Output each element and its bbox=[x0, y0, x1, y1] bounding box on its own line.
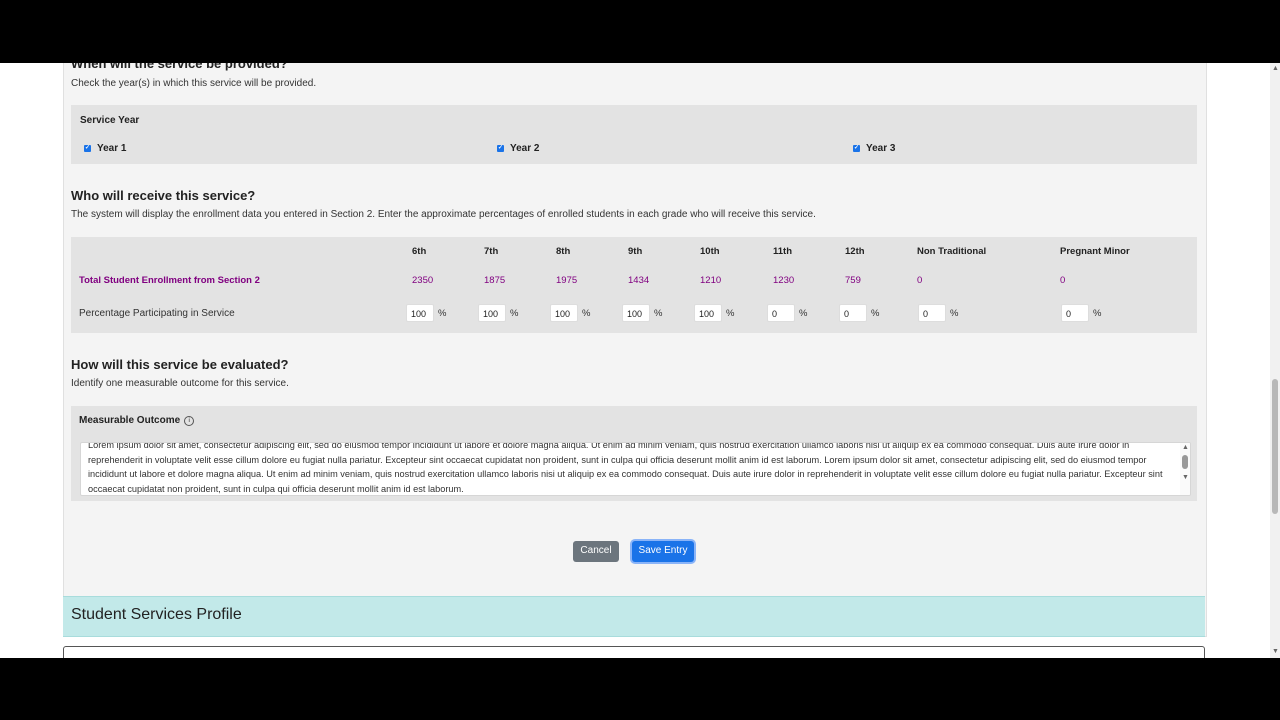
percent-cell-8th: 100% bbox=[550, 304, 590, 322]
percent-sign: % bbox=[582, 307, 591, 319]
scroll-down-icon[interactable]: ▼ bbox=[1182, 474, 1189, 481]
service-year-label: Service Year bbox=[80, 115, 140, 126]
checkbox-checked-icon[interactable]: ✓ bbox=[853, 145, 860, 152]
how-heading: How will this service be evaluated? bbox=[71, 357, 289, 372]
percent-sign: % bbox=[871, 307, 880, 319]
column-header-11th: 11th bbox=[773, 246, 793, 257]
cancel-button[interactable]: Cancel bbox=[573, 541, 619, 562]
percent-cell-11th: 0% bbox=[767, 304, 807, 322]
measurable-outcome-label: Measurable Outcome bbox=[79, 415, 181, 426]
percent-input-9th[interactable]: 100 bbox=[622, 304, 650, 322]
column-header-pregnant-minor: Pregnant Minor bbox=[1060, 246, 1130, 257]
year-1-checkbox[interactable]: ✓ Year 1 bbox=[84, 143, 126, 154]
percent-cell-12th: 0% bbox=[839, 304, 879, 322]
percent-input-8th[interactable]: 100 bbox=[550, 304, 578, 322]
enrollment-pregnant-minor: 0 bbox=[1060, 275, 1066, 286]
percent-cell-9th: 100% bbox=[622, 304, 662, 322]
save-entry-button[interactable]: Save Entry bbox=[632, 541, 694, 562]
year-2-checkbox[interactable]: ✓ Year 2 bbox=[497, 143, 539, 154]
how-description: Identify one measurable outcome for this… bbox=[71, 378, 289, 389]
page-scroll-down-icon[interactable]: ▼ bbox=[1272, 648, 1279, 655]
percent-sign: % bbox=[950, 307, 959, 319]
percent-sign: % bbox=[510, 307, 519, 319]
column-header-7th: 7th bbox=[484, 246, 499, 257]
service-year-group: Service Year bbox=[71, 105, 1197, 164]
year-3-label: Year 3 bbox=[866, 143, 896, 154]
enrollment-11th: 1230 bbox=[773, 275, 795, 286]
percent-cell-pregnant-minor: 0% bbox=[1061, 304, 1101, 322]
year-3-checkbox[interactable]: ✓ Year 3 bbox=[853, 143, 895, 154]
column-header-12th: 12th bbox=[845, 246, 865, 257]
info-icon[interactable]: i bbox=[184, 415, 195, 426]
enrollment-7th: 1875 bbox=[484, 275, 506, 286]
measurable-outcome-textarea[interactable]: Lorem ipsum dolor sit amet, consectetur … bbox=[80, 442, 1191, 496]
percent-sign: % bbox=[726, 307, 735, 319]
enrollment-9th: 1434 bbox=[628, 275, 650, 286]
percent-input-non-traditional[interactable]: 0 bbox=[918, 304, 946, 322]
percent-input-7th[interactable]: 100 bbox=[478, 304, 506, 322]
measurable-outcome-text: Lorem ipsum dolor sit amet, consectetur … bbox=[88, 442, 1163, 494]
page-scroll-up-icon[interactable]: ▲ bbox=[1272, 65, 1279, 72]
textarea-scrollbar[interactable]: ▲ ▼ bbox=[1180, 443, 1190, 495]
when-heading: When will the service be provided? bbox=[71, 63, 288, 71]
page-viewport: When will the service be provided? Check… bbox=[0, 63, 1280, 658]
percent-sign: % bbox=[1093, 307, 1102, 319]
percentage-row-label: Percentage Participating in Service bbox=[79, 308, 235, 319]
enrollment-row-label: Total Student Enrollment from Section 2 bbox=[79, 275, 260, 286]
percent-cell-6th: 100% bbox=[406, 304, 446, 322]
percent-input-pregnant-minor[interactable]: 0 bbox=[1061, 304, 1089, 322]
column-header-non-traditional: Non Traditional bbox=[917, 246, 987, 257]
percent-cell-non-traditional: 0% bbox=[918, 304, 958, 322]
percent-cell-7th: 100% bbox=[478, 304, 518, 322]
percent-input-11th[interactable]: 0 bbox=[767, 304, 795, 322]
percent-input-12th[interactable]: 0 bbox=[839, 304, 867, 322]
enrollment-6th: 2350 bbox=[412, 275, 434, 286]
who-description: The system will display the enrollment d… bbox=[71, 209, 816, 220]
column-header-10th: 10th bbox=[700, 246, 720, 257]
enrollment-10th: 1210 bbox=[700, 275, 722, 286]
checkbox-checked-icon[interactable]: ✓ bbox=[84, 145, 91, 152]
percent-input-6th[interactable]: 100 bbox=[406, 304, 434, 322]
percent-input-10th[interactable]: 100 bbox=[694, 304, 722, 322]
measurable-outcome-header: Measurable Outcome i bbox=[79, 415, 195, 426]
student-services-profile-header: Student Services Profile bbox=[63, 596, 1205, 637]
percent-sign: % bbox=[799, 307, 808, 319]
column-header-9th: 9th bbox=[628, 246, 643, 257]
who-heading: Who will receive this service? bbox=[71, 188, 256, 203]
next-section-card bbox=[63, 646, 1205, 658]
textarea-scroll-thumb[interactable] bbox=[1182, 455, 1188, 469]
page-scroll-thumb[interactable] bbox=[1272, 379, 1278, 514]
year-2-label: Year 2 bbox=[510, 143, 540, 154]
column-header-6th: 6th bbox=[412, 246, 427, 257]
percent-cell-10th: 100% bbox=[694, 304, 734, 322]
page-scrollbar[interactable]: ▲ ▼ bbox=[1270, 63, 1280, 658]
enrollment-12th: 759 bbox=[845, 275, 861, 286]
percent-sign: % bbox=[654, 307, 663, 319]
scroll-up-icon[interactable]: ▲ bbox=[1182, 444, 1189, 451]
percent-sign: % bbox=[438, 307, 447, 319]
enrollment-non-traditional: 0 bbox=[917, 275, 923, 286]
profile-title: Student Services Profile bbox=[71, 606, 242, 623]
checkbox-checked-icon[interactable]: ✓ bbox=[497, 145, 504, 152]
when-description: Check the year(s) in which this service … bbox=[71, 78, 317, 89]
year-1-label: Year 1 bbox=[97, 143, 127, 154]
enrollment-8th: 1975 bbox=[556, 275, 578, 286]
column-header-8th: 8th bbox=[556, 246, 571, 257]
